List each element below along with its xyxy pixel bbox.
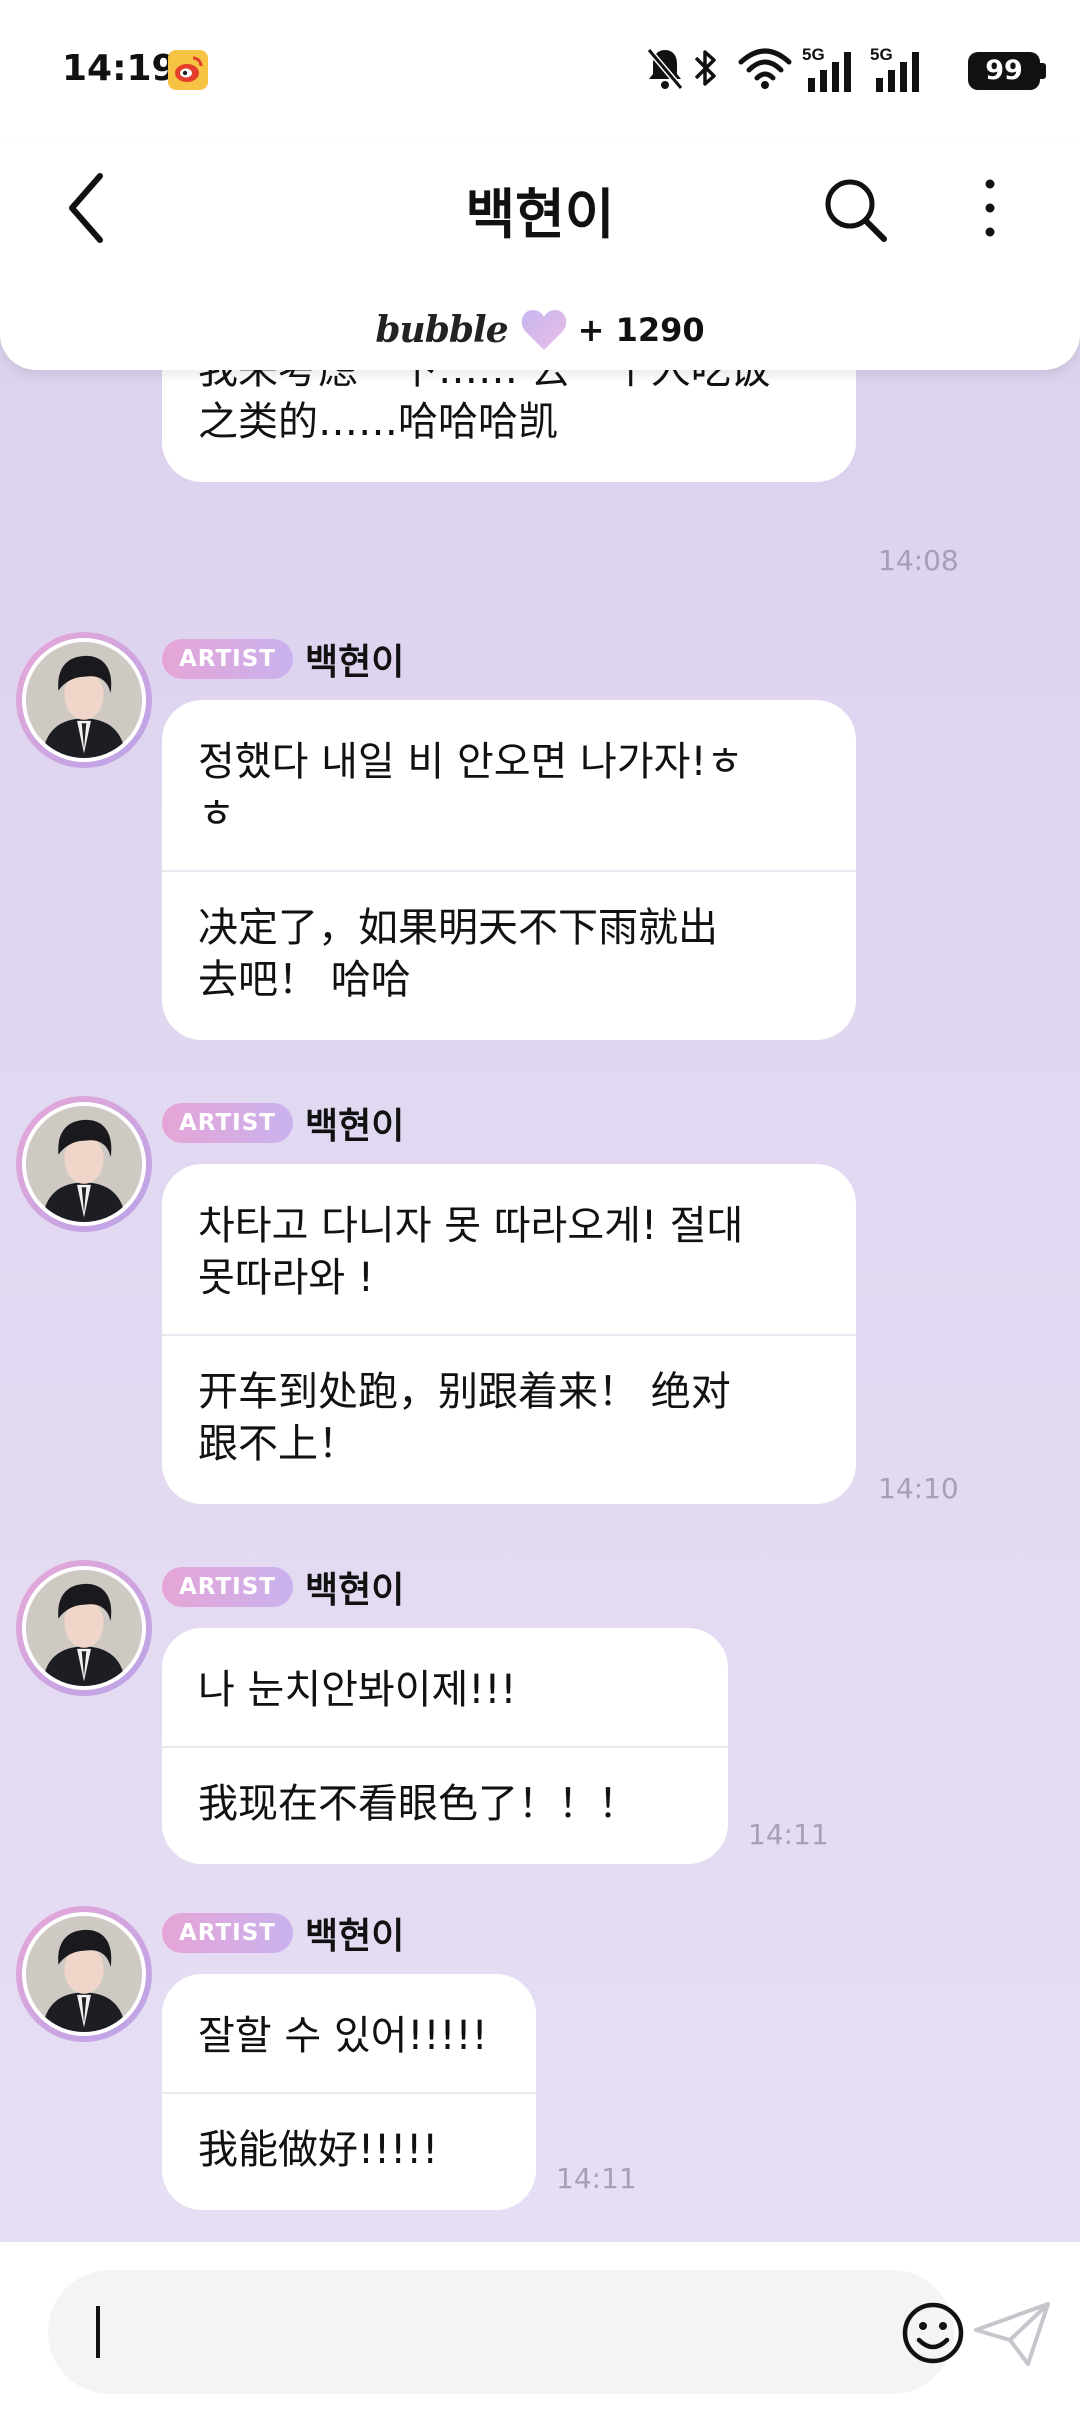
search-icon[interactable]: [820, 170, 890, 246]
sender-name: 백현이: [304, 1916, 405, 1957]
chat-header: 백현이 bubble + 1290: [0, 140, 1080, 370]
message-korean: 나 눈치안봐이제!!!: [198, 1667, 517, 1713]
sender-row: ARTIST 백현이: [162, 1564, 405, 1611]
message-input-bar: [0, 2242, 1080, 2412]
artist-badge: ARTIST: [162, 1103, 293, 1143]
svg-text:5G: 5G: [802, 45, 825, 64]
chat-area[interactable]: 我来考虑一下…… 去一个人吃饭 之类的……哈哈哈凯 14:08 ARTIST 백…: [0, 300, 1080, 2242]
wifi-icon: [738, 48, 792, 89]
signal-icon: 5G: [870, 45, 919, 92]
message-translation: 我现在不看眼色了！！！: [162, 1746, 728, 1864]
message-time: 14:08: [878, 544, 959, 577]
heart-icon: [521, 310, 566, 350]
send-icon[interactable]: [972, 2300, 1052, 2370]
message-bubble[interactable]: 정했다 내일 비 안오면 나가자!ㅎ ㅎ 决定了，如果明天不下雨就出 去吧！ 哈…: [162, 700, 856, 1040]
sender-name: 백현이: [304, 642, 405, 683]
bluetooth-icon: [694, 50, 716, 86]
profile-photo-icon: [26, 642, 142, 758]
sender-row: ARTIST 백현이: [162, 1910, 405, 1957]
message-bubble[interactable]: 차타고 다니자 못 따라오게! 절대 못따라와 ! 开车到处跑，别跟着来！ 绝对…: [162, 1164, 856, 1504]
message-translation: 我能做好!!!!!: [162, 2092, 536, 2210]
message-input[interactable]: [48, 2270, 964, 2394]
avatar[interactable]: [16, 1906, 152, 2042]
svg-text:5G: 5G: [870, 45, 893, 64]
sender-name: 백현이: [304, 1570, 405, 1611]
message-korean: 정했다 내일 비 안오면 나가자!ㅎ ㅎ: [198, 739, 744, 837]
status-time: 14:19: [62, 48, 177, 89]
status-bar: 14:19 5G 5G 99: [0, 0, 1080, 140]
message-time: 14:11: [748, 1818, 829, 1851]
message-translation: 决定了，如果明天不下雨就出 去吧！ 哈哈: [162, 870, 856, 1040]
sender-row: ARTIST 백현이: [162, 1100, 405, 1147]
artist-badge: ARTIST: [162, 1913, 293, 1953]
bubble-count: + 1290: [577, 311, 705, 349]
artist-badge: ARTIST: [162, 639, 293, 679]
message-bubble[interactable]: 나 눈치안봐이제!!! 我现在不看眼色了！！！: [162, 1628, 728, 1864]
text-cursor: [96, 2306, 100, 2358]
message-bubble[interactable]: 잘할 수 있어!!!!! 我能做好!!!!!: [162, 1974, 536, 2210]
weibo-app-icon: [168, 50, 208, 90]
avatar[interactable]: [16, 1560, 152, 1696]
message-korean: 차타고 다니자 못 따라오게! 절대 못따라와 !: [198, 1203, 744, 1301]
bubble-points-row[interactable]: bubble + 1290: [0, 300, 1080, 360]
profile-photo-icon: [26, 1916, 142, 2032]
battery-indicator: 99: [968, 52, 1040, 90]
message-korean: 잘할 수 있어!!!!!: [198, 2013, 488, 2059]
battery-tip: [1040, 63, 1046, 79]
message-translation: 开车到处跑，别跟着来！ 绝对 跟不上！: [162, 1334, 856, 1504]
bubble-logo: bubble: [375, 309, 508, 351]
sender-row: ARTIST 백현이: [162, 636, 405, 683]
sender-name: 백현이: [304, 1106, 405, 1147]
page-title: 백현이: [465, 183, 615, 246]
silent-bell-icon: [646, 48, 684, 90]
avatar[interactable]: [16, 1096, 152, 1232]
emoji-icon[interactable]: [898, 2298, 968, 2368]
profile-photo-icon: [26, 1106, 142, 1222]
avatar[interactable]: [16, 632, 152, 768]
message-time: 14:10: [878, 1472, 959, 1505]
message-time: 14:11: [556, 2162, 637, 2195]
artist-badge: ARTIST: [162, 1567, 293, 1607]
more-options-icon[interactable]: [970, 170, 1010, 246]
signal-icon: 5G: [802, 45, 851, 92]
profile-photo-icon: [26, 1570, 142, 1686]
